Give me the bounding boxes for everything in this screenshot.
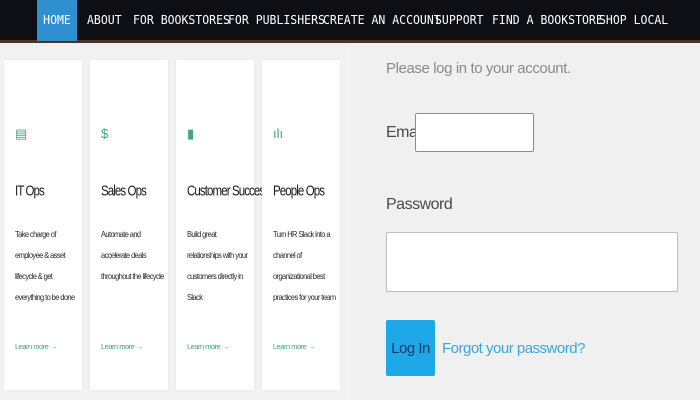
learn-more-link[interactable]: Learn more → <box>187 342 229 351</box>
learn-more-link[interactable]: Learn more → <box>15 342 57 351</box>
card-title: IT Ops <box>15 184 45 199</box>
card-title: Sales Ops <box>101 184 147 199</box>
people-icon: ılı <box>273 126 284 141</box>
nav-item-home[interactable]: HOME <box>37 0 77 41</box>
nav-item-find-a-bookstore[interactable]: FIND A BOOKSTORE <box>492 0 603 41</box>
learn-more-link[interactable]: Learn more → <box>273 342 315 351</box>
login-heading: Please log in to your account. <box>386 60 571 77</box>
card-description: Build great relationships with your cust… <box>187 229 248 303</box>
card-sales-ops: $ Sales Ops Automate and accelerate deal… <box>90 60 168 390</box>
customer-icon: ▮ <box>187 126 195 141</box>
nav-item-for-publishers[interactable]: FOR PUBLISHERS <box>228 0 325 41</box>
solutions-panel: ▤ IT Ops Take charge of employee & asset… <box>0 46 350 400</box>
card-it-ops: ▤ IT Ops Take charge of employee & asset… <box>4 60 82 390</box>
card-title: People Ops <box>273 184 325 199</box>
email-field[interactable] <box>415 113 534 152</box>
card-customer-success: ▮ Customer Success Build great relations… <box>176 60 270 390</box>
card-description: Turn HR Slack into a channel of organiza… <box>273 229 336 303</box>
login-button[interactable]: Log In <box>386 320 435 376</box>
card-title: Customer Success <box>187 184 270 199</box>
learn-more-link[interactable]: Learn more → <box>101 342 143 351</box>
password-field[interactable] <box>386 232 678 292</box>
password-label: Password <box>386 196 453 213</box>
nav-item-create-account[interactable]: CREATE AN ACCOUNT <box>323 0 441 41</box>
card-description: Take charge of employee & asset lifecycl… <box>15 229 75 303</box>
nav-item-about[interactable]: ABOUT <box>87 0 122 41</box>
dollar-icon: $ <box>101 126 109 141</box>
card-people-ops: ılı People Ops Turn HR Slack into a chan… <box>262 60 340 390</box>
nav-item-for-bookstores[interactable]: FOR BOOKSTORES <box>133 0 230 41</box>
nav-item-support[interactable]: SUPPORT <box>435 0 483 41</box>
forgot-password-link[interactable]: Forgot your password? <box>442 340 585 357</box>
card-description: Automate and accelerate deals throughout… <box>101 229 164 282</box>
login-panel: Please log in to your account. Email Pas… <box>350 46 700 400</box>
top-navigation: HOME ABOUT FOR BOOKSTORES FOR PUBLISHERS… <box>0 0 700 43</box>
server-icon: ▤ <box>15 126 28 141</box>
nav-item-shop-local[interactable]: SHOP LOCAL <box>599 0 668 41</box>
